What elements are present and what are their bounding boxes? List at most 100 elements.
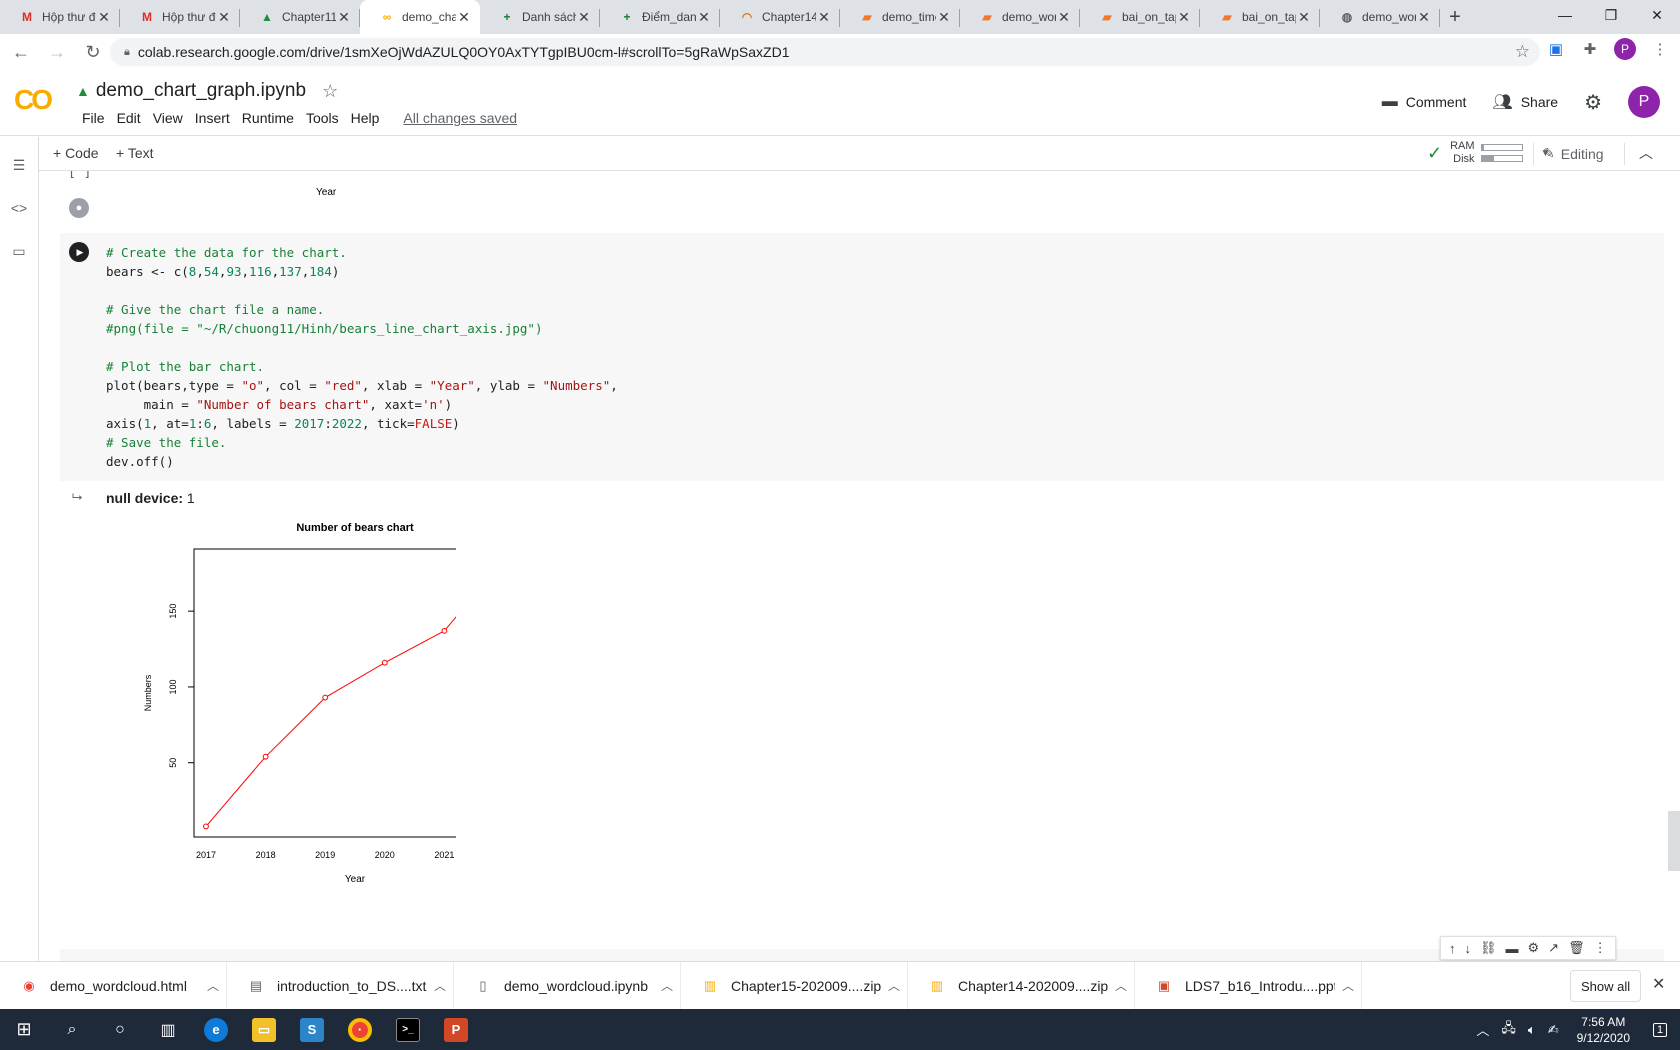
close-tab-icon[interactable]: ✕ — [336, 9, 352, 26]
browser-tab[interactable]: ∞ demo_chart✕ — [360, 0, 480, 34]
menu-insert[interactable]: Insert — [189, 110, 236, 126]
add-text-cell-button[interactable]: + Text — [116, 145, 154, 161]
browser-tab[interactable]: + Điểm_danh✕ — [600, 0, 720, 34]
browser-tab[interactable]: ▲ Chapter11 ✕ — [240, 0, 360, 34]
close-tab-icon[interactable]: ✕ — [216, 9, 232, 26]
cortana-icon[interactable]: ○ — [96, 1009, 144, 1050]
menu-view[interactable]: View — [147, 110, 189, 126]
reload-icon[interactable]: ↻ — [78, 37, 108, 67]
table-of-contents-icon[interactable]: ☰ — [8, 154, 30, 176]
chevron-up-icon[interactable]: ︿ — [200, 977, 226, 994]
close-tab-icon[interactable]: ✕ — [576, 9, 592, 26]
puzzle-extensions-icon[interactable]: ✚ — [1580, 39, 1600, 59]
colab-logo[interactable]: CO — [14, 84, 53, 116]
menu-tools[interactable]: Tools — [300, 110, 345, 126]
download-item[interactable]: ▯ demo_wordcloud.ipynb ︿ — [454, 961, 681, 1010]
move-up-icon[interactable]: ↑ — [1449, 941, 1456, 956]
taskbar-clock[interactable]: 7:56 AM 9/12/2020 — [1577, 1014, 1630, 1046]
move-down-icon[interactable]: ↓ — [1465, 941, 1472, 956]
save-status[interactable]: All changes saved — [397, 110, 523, 126]
browser-menu-icon[interactable]: ⋮ — [1650, 39, 1670, 59]
terminal-icon[interactable]: >_ — [384, 1009, 432, 1050]
more-icon[interactable]: ⋮ — [1594, 940, 1607, 956]
files-folder-icon[interactable]: ▭ — [8, 240, 30, 262]
chevron-up-icon[interactable]: ︿ — [654, 977, 680, 994]
chevron-up-icon[interactable]: ︿ — [1335, 977, 1361, 994]
network-icon[interactable]: 🖧︎ — [1501, 1019, 1516, 1041]
restore-icon[interactable]: ❐ — [1588, 0, 1634, 30]
menu-runtime[interactable]: Runtime — [236, 110, 300, 126]
browser-tab[interactable]: ◍ demo_word✕ — [1320, 0, 1440, 34]
pen-icon[interactable]: ✍︎ — [1548, 1022, 1559, 1038]
close-shelf-icon[interactable]: ✕ — [1652, 974, 1665, 994]
browser-tab[interactable]: ▰ bai_on_tap ✕ — [1080, 0, 1200, 34]
browser-tab[interactable]: M Hộp thư đến✕ — [0, 0, 120, 34]
notebook-title[interactable]: demo_chart_graph.ipynb — [96, 80, 306, 102]
share-button[interactable]: 👥︎ Share — [1492, 92, 1558, 112]
minimize-icon[interactable]: — — [1542, 0, 1588, 30]
next-cell[interactable] — [60, 949, 1664, 961]
task-view-icon[interactable]: ▥ — [144, 1009, 192, 1050]
browser-tab[interactable]: + Danh sách ✕ — [480, 0, 600, 34]
browser-tab[interactable]: ▰ demo_time ✕ — [840, 0, 960, 34]
run-cell-button[interactable]: ▶ — [69, 242, 89, 262]
menu-edit[interactable]: Edit — [111, 110, 147, 126]
show-all-button[interactable]: Show all — [1570, 970, 1642, 1002]
chevron-up-icon[interactable]: ︿ — [881, 977, 907, 994]
notification-center-icon[interactable]: 1 — [1640, 1009, 1680, 1050]
file-explorer-icon[interactable]: ▭ — [240, 1009, 288, 1050]
browser-tab[interactable]: ▰ bai_on_tap ✕ — [1200, 0, 1320, 34]
close-tab-icon[interactable]: ✕ — [96, 9, 112, 26]
star-icon[interactable]: ☆ — [322, 81, 338, 102]
close-tab-icon[interactable]: ✕ — [696, 9, 712, 26]
bookmark-star-icon[interactable]: ☆ — [1515, 42, 1530, 62]
cell-settings-icon[interactable]: ⚙ — [1528, 940, 1540, 956]
menu-help[interactable]: Help — [345, 110, 386, 126]
window-close-icon[interactable]: ✕ — [1634, 0, 1680, 30]
browser-profile-avatar[interactable]: P — [1614, 38, 1636, 60]
account-avatar[interactable]: P — [1628, 86, 1660, 118]
search-icon[interactable]: ⌕ — [48, 1009, 96, 1050]
close-tab-icon[interactable]: ✕ — [1296, 9, 1312, 26]
close-tab-icon[interactable]: ✕ — [1056, 9, 1072, 26]
settings-gear-icon[interactable]: ⚙ — [1584, 90, 1602, 115]
link-icon[interactable]: ⛓ — [1480, 940, 1497, 956]
chrome-icon[interactable]: · — [336, 1009, 384, 1050]
chevron-up-icon[interactable]: ︿ — [427, 977, 453, 994]
download-item[interactable]: ▣ LDS7_b16_Introdu....ppt ︿ — [1135, 961, 1362, 1010]
code-editor[interactable]: # Create the data for the chart. bears <-… — [106, 243, 618, 471]
comment-cell-icon[interactable]: ▬ — [1506, 941, 1519, 956]
screen-capture-extension-icon[interactable]: ▣ — [1546, 39, 1566, 59]
store-icon[interactable]: S — [288, 1009, 336, 1050]
code-cell[interactable]: ▶ # Create the data for the chart. bears … — [60, 233, 1664, 481]
download-item[interactable]: ▥ Chapter15-202009....zip ︿ — [681, 961, 908, 1010]
code-snippets-icon[interactable]: <> — [8, 197, 30, 219]
close-tab-icon[interactable]: ✕ — [816, 9, 832, 26]
new-tab-button[interactable]: + — [1440, 0, 1470, 34]
close-tab-icon[interactable]: ✕ — [456, 9, 472, 26]
volume-icon[interactable]: 🔈︎ — [1528, 1022, 1536, 1038]
editing-mode-button[interactable]: ✎ Editing — [1543, 145, 1604, 162]
tray-chevron-icon[interactable]: ︿ — [1476, 1020, 1489, 1039]
chevron-up-icon[interactable]: ︿ — [1108, 977, 1134, 994]
comment-button[interactable]: ▬ Comment — [1382, 93, 1467, 111]
close-tab-icon[interactable]: ✕ — [1176, 9, 1192, 26]
runtime-resources[interactable]: ✓ RAM Disk ▼ — [1427, 140, 1550, 166]
download-item[interactable]: ▤ introduction_to_DS....txt ︿ — [227, 961, 454, 1010]
back-icon[interactable]: ← — [6, 37, 36, 67]
close-tab-icon[interactable]: ✕ — [1416, 9, 1432, 26]
powerpoint-icon[interactable]: P — [432, 1009, 480, 1050]
address-bar[interactable]: 🔒︎ colab.research.google.com/drive/1smXe… — [110, 38, 1540, 66]
menu-file[interactable]: File — [76, 110, 111, 126]
edge-icon[interactable]: e — [192, 1009, 240, 1050]
forward-icon[interactable]: → — [42, 37, 72, 67]
scrollbar-thumb[interactable] — [1668, 811, 1680, 871]
delete-icon[interactable]: 🗑︎ — [1568, 940, 1585, 956]
close-tab-icon[interactable]: ✕ — [936, 9, 952, 26]
browser-tab[interactable]: ▰ demo_word✕ — [960, 0, 1080, 34]
browser-tab[interactable]: M Hộp thư đến✕ — [120, 0, 240, 34]
collapse-header-icon[interactable]: ︿ — [1639, 143, 1653, 163]
add-code-cell-button[interactable]: + Code — [53, 145, 99, 161]
open-in-tab-icon[interactable]: ↗ — [1548, 940, 1559, 956]
windows-start-icon[interactable]: ⊞ — [0, 1009, 48, 1050]
